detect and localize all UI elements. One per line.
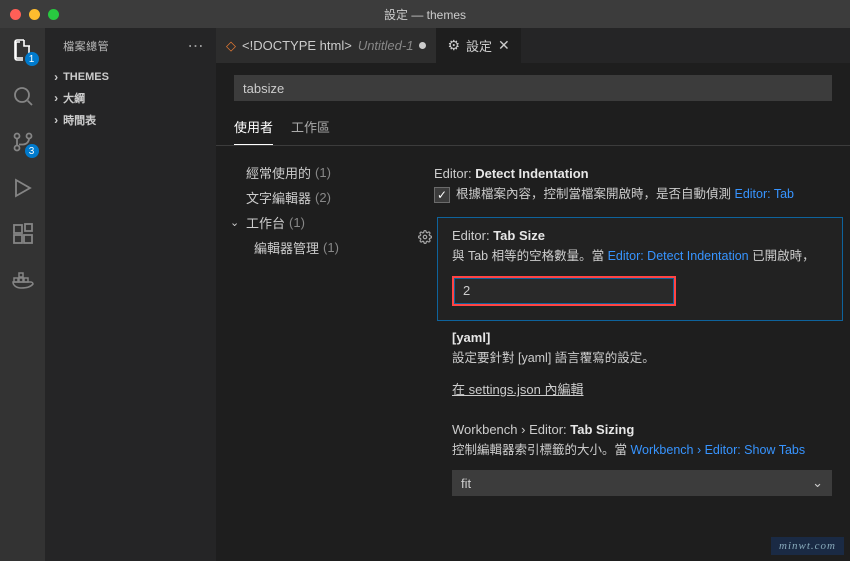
close-window-button[interactable] <box>10 9 21 20</box>
toc-editor-management[interactable]: 編輯器管理 (1) <box>224 235 408 260</box>
title-bar: 設定 — themes <box>0 0 850 28</box>
setting-title: [yaml] <box>452 330 832 345</box>
setting-title: Editor: Tab Size <box>452 228 828 243</box>
setting-link-ref[interactable]: Workbench › Editor: Show Tabs <box>630 443 805 457</box>
toc-label: 工作台 <box>246 213 285 232</box>
watermark: minwt.com <box>771 537 844 555</box>
dirty-indicator-icon <box>419 42 426 49</box>
sidebar: 檔案總管 ⋯ › THEMES › 大綱 › 時間表 <box>45 28 216 561</box>
toc-label: 經常使用的 <box>246 163 311 182</box>
chevron-down-icon: ⌄ <box>812 475 823 491</box>
setting-row: ✓ 根據檔案內容，控制當檔案開啟時，是否自動偵測 Editor: Tab <box>434 185 832 204</box>
toc-count: (1) <box>315 165 331 180</box>
activity-bar: 1 3 <box>0 28 45 561</box>
activity-docker[interactable] <box>9 266 37 294</box>
toc-count: (1) <box>289 215 305 230</box>
scope-tab-workspace[interactable]: 工作區 <box>291 111 330 145</box>
play-bug-icon <box>11 176 35 200</box>
setting-title: Editor: Detect Indentation <box>434 166 832 181</box>
edit-in-settings-json-link[interactable]: 在 settings.json 內編輯 <box>452 379 584 398</box>
tab-untitled-file[interactable]: ◇ <!DOCTYPE html> Untitled-1 <box>216 28 437 63</box>
setting-title: Workbench › Editor: Tab Sizing <box>452 422 832 437</box>
setting-description: 設定要針對 [yaml] 語言覆寫的設定。 <box>452 349 832 368</box>
setting-link-ref[interactable]: Editor: Tab <box>734 187 794 201</box>
setting-tab-size: Editor: Tab Size 與 Tab 相等的空格數量。當 Editor:… <box>438 218 842 320</box>
activity-explorer[interactable]: 1 <box>9 36 37 64</box>
setting-link-ref[interactable]: Editor: Detect Indentation <box>608 249 749 263</box>
explorer-badge: 1 <box>25 52 39 66</box>
docker-icon <box>11 268 35 292</box>
sidebar-more-icon[interactable]: ⋯ <box>188 36 205 56</box>
toc-workbench[interactable]: ⌄ 工作台 (1) <box>224 210 408 235</box>
setting-description: 根據檔案內容，控制當檔案開啟時，是否自動偵測 Editor: Tab <box>456 185 794 204</box>
settings-toc: 經常使用的 (1) 文字編輯器 (2) ⌄ 工作台 (1) 編輯器管理 (1 <box>216 146 416 561</box>
settings-search-input[interactable] <box>234 75 832 101</box>
activity-run-debug[interactable] <box>9 174 37 202</box>
minimize-window-button[interactable] <box>29 9 40 20</box>
scm-badge: 3 <box>25 144 39 158</box>
main-area: 1 3 檔案總管 ⋯ › THEMES › <box>0 28 850 561</box>
settings-editor: 使用者 工作區 經常使用的 (1) 文字編輯器 (2) ⌄ 工作台 <box>216 63 850 561</box>
tab-bar: ◇ <!DOCTYPE html> Untitled-1 ⚙ 設定 ✕ <box>216 28 850 63</box>
html-file-icon: ◇ <box>226 38 236 54</box>
chevron-right-icon: › <box>49 70 63 84</box>
setting-tab-sizing: Workbench › Editor: Tab Sizing 控制編輯器索引標籤… <box>420 412 846 510</box>
sidebar-title: 檔案總管 <box>63 38 109 54</box>
toc-common[interactable]: 經常使用的 (1) <box>224 160 408 185</box>
activity-search[interactable] <box>9 82 37 110</box>
settings-scope-tabs: 使用者 工作區 <box>216 111 850 146</box>
tab-settings[interactable]: ⚙ 設定 ✕ <box>437 28 520 63</box>
section-label: 時間表 <box>63 112 96 128</box>
activity-extensions[interactable] <box>9 220 37 248</box>
chevron-right-icon: › <box>49 91 63 105</box>
sidebar-sections: › THEMES › 大綱 › 時間表 <box>45 63 216 135</box>
section-label: 大綱 <box>63 90 85 106</box>
gear-icon[interactable] <box>418 230 432 247</box>
window-title: 設定 — themes <box>384 6 466 23</box>
settings-list[interactable]: Editor: Detect Indentation ✓ 根據檔案內容，控制當檔… <box>416 146 850 561</box>
window-controls <box>0 9 59 20</box>
chevron-right-icon: › <box>49 113 63 127</box>
setting-detect-indentation: Editor: Detect Indentation ✓ 根據檔案內容，控制當檔… <box>420 156 846 218</box>
toc-label: 文字編輯器 <box>246 188 311 207</box>
search-icon <box>11 84 35 108</box>
editor-area: ◇ <!DOCTYPE html> Untitled-1 ⚙ 設定 ✕ 使用者 … <box>216 28 850 561</box>
tab-sublabel: Untitled-1 <box>358 38 414 53</box>
checkbox[interactable]: ✓ <box>434 187 450 203</box>
tab-sizing-select[interactable]: fit ⌄ <box>452 470 832 496</box>
chevron-down-icon: ⌄ <box>230 216 246 229</box>
sidebar-header: 檔案總管 ⋯ <box>45 28 216 63</box>
setting-description: 與 Tab 相等的空格數量。當 Editor: Detect Indentati… <box>452 247 828 266</box>
activity-source-control[interactable]: 3 <box>9 128 37 156</box>
close-tab-icon[interactable]: ✕ <box>498 37 510 54</box>
setting-yaml-override: [yaml] 設定要針對 [yaml] 語言覆寫的設定。 在 settings.… <box>420 320 846 413</box>
toc-label: 編輯器管理 <box>254 238 319 257</box>
section-label: THEMES <box>63 71 109 83</box>
toc-count: (1) <box>323 240 339 255</box>
toc-count: (2) <box>315 190 331 205</box>
scope-tab-user[interactable]: 使用者 <box>234 111 273 145</box>
tab-label: 設定 <box>466 36 492 55</box>
select-value: fit <box>461 476 471 491</box>
maximize-window-button[interactable] <box>48 9 59 20</box>
extensions-icon <box>11 222 35 246</box>
setting-description: 控制編輯器索引標籤的大小。當 Workbench › Editor: Show … <box>452 441 832 460</box>
settings-columns: 經常使用的 (1) 文字編輯器 (2) ⌄ 工作台 (1) 編輯器管理 (1 <box>216 146 850 561</box>
settings-sliders-icon: ⚙ <box>447 37 460 54</box>
setting-input-wrapper <box>452 276 828 306</box>
tab-size-input[interactable] <box>454 278 674 304</box>
sidebar-section-timeline[interactable]: › 時間表 <box>45 109 216 131</box>
sidebar-section-themes[interactable]: › THEMES <box>45 67 216 87</box>
sidebar-section-outline[interactable]: › 大綱 <box>45 87 216 109</box>
settings-search <box>234 75 832 101</box>
toc-text-editor[interactable]: 文字編輯器 (2) <box>224 185 408 210</box>
tab-label: <!DOCTYPE html> <box>242 38 352 53</box>
